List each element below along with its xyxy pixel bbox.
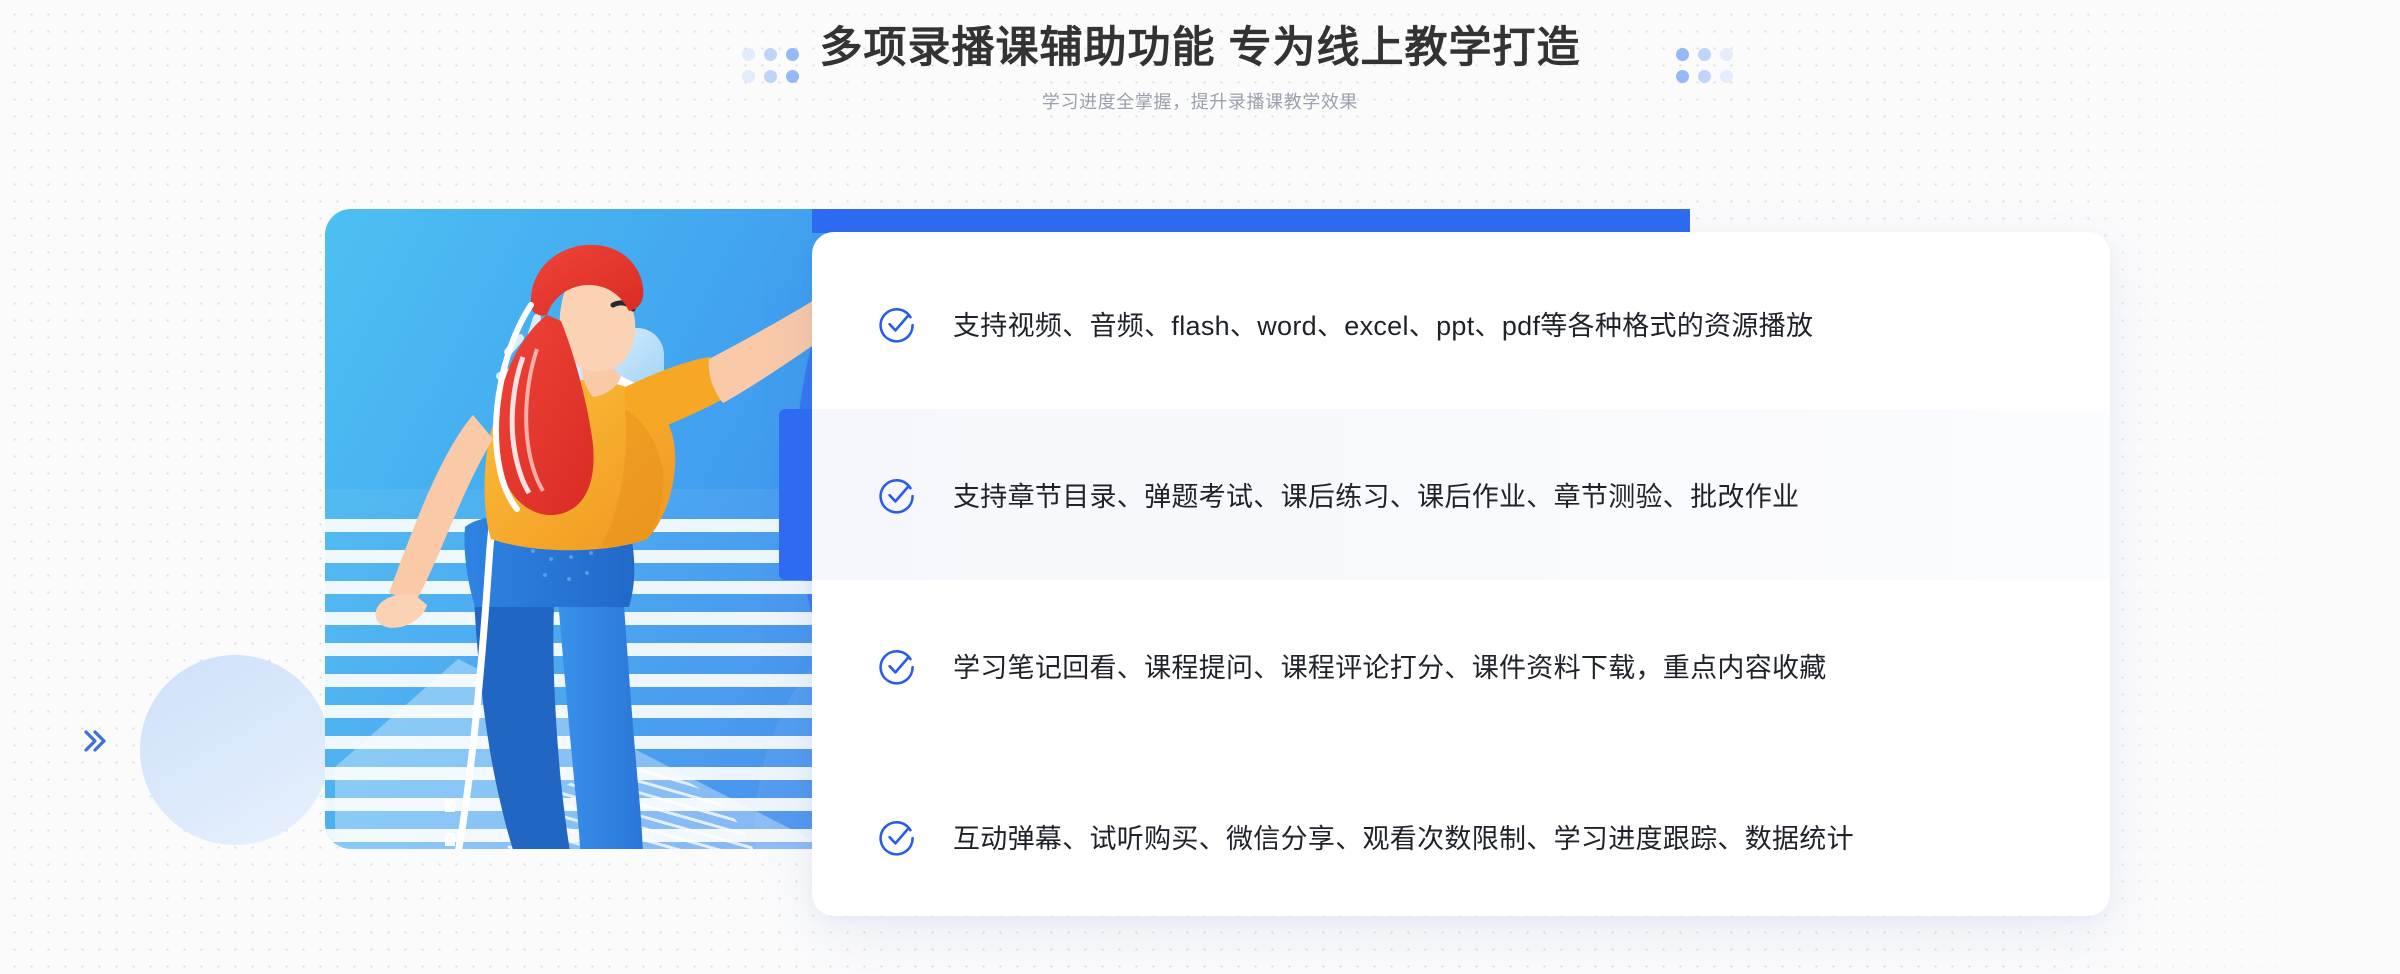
dot (1698, 48, 1711, 61)
feature-label: 支持视频、音频、flash、word、excel、ppt、pdf等各种格式的资源… (953, 311, 1814, 341)
dot-grid-decoration-right (1676, 48, 1733, 83)
dot (764, 48, 777, 61)
dot (742, 70, 755, 83)
lower-hand (375, 594, 427, 628)
dot (742, 48, 755, 61)
feature-row-3[interactable]: 学习笔记回看、课程提问、课程评论打分、课件资料下载，重点内容收藏 (812, 580, 2110, 751)
check-circle-icon (877, 475, 917, 515)
dot (786, 48, 799, 61)
dot (1698, 70, 1711, 83)
page-subtitle: 学习进度全掌握，提升录播课教学效果 (1041, 91, 1359, 112)
feature-label: 互动弹幕、试听购买、微信分享、观看次数限制、学习进度跟踪、数据统计 (953, 824, 1854, 854)
page-header: 多项录播课辅助功能 专为线上教学打造 学习进度全掌握，提升录播课教学效果 (0, 0, 2400, 114)
feature-list: 支持视频、音频、flash、word、excel、ppt、pdf等各种格式的资源… (779, 232, 2110, 916)
blue-card-top-strip (812, 209, 1690, 233)
check-circle-icon (877, 304, 917, 344)
dot (786, 70, 799, 83)
feature-row-4[interactable]: 互动弹幕、试听购买、微信分享、观看次数限制、学习进度跟踪、数据统计 (812, 751, 2110, 922)
check-circle-icon (877, 646, 917, 686)
decorative-circle-left (140, 655, 330, 845)
feature-card: 支持视频、音频、flash、word、excel、ppt、pdf等各种格式的资源… (779, 232, 2110, 916)
feature-row-1[interactable]: 支持视频、音频、flash、word、excel、ppt、pdf等各种格式的资源… (812, 238, 2110, 409)
dot (1676, 70, 1689, 83)
double-chevron-right-icon (78, 724, 112, 763)
page-title: 多项录播课辅助功能 专为线上教学打造 (819, 24, 1581, 72)
dot (1720, 48, 1733, 61)
dot (764, 70, 777, 83)
dot (1676, 48, 1689, 61)
feature-label: 学习笔记回看、课程提问、课程评论打分、课件资料下载，重点内容收藏 (953, 653, 1827, 683)
feature-row-2[interactable]: 支持章节目录、弹题考试、课后练习、课后作业、章节测验、批改作业 (779, 409, 2110, 580)
dot-grid-decoration-left (742, 48, 799, 83)
check-circle-icon (877, 817, 917, 857)
dot (1720, 70, 1733, 83)
feature-label: 支持章节目录、弹题考试、课后练习、课后作业、章节测验、批改作业 (953, 482, 1800, 512)
